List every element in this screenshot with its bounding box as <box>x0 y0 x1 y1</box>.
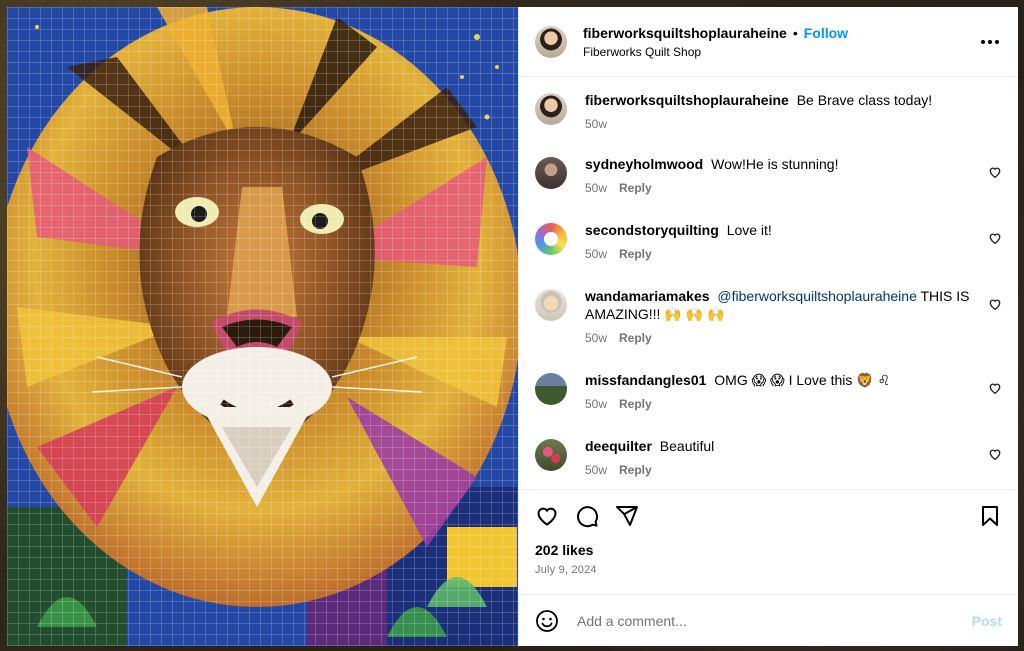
post-comment-button[interactable]: Post <box>972 613 1002 629</box>
commenter-avatar[interactable] <box>535 289 567 321</box>
author-info: fiberworksquiltshoplauraheine • Follow F… <box>583 25 848 59</box>
comment-time[interactable]: 50w <box>585 463 607 477</box>
lion-quilt-artwork <box>7 7 518 646</box>
caption-time[interactable]: 50w <box>585 117 607 131</box>
post-modal: fiberworksquiltshoplauraheine • Follow F… <box>7 7 1018 646</box>
reply-button[interactable]: Reply <box>619 463 652 477</box>
commenter-username[interactable]: wandamariamakes <box>585 288 710 304</box>
commenter-avatar[interactable] <box>535 157 567 189</box>
comments-list[interactable]: fiberworksquiltshoplauraheine Be Brave c… <box>519 77 1018 489</box>
more-options-icon[interactable] <box>978 30 1002 54</box>
author-username[interactable]: fiberworksquiltshoplauraheine <box>583 25 787 41</box>
add-comment-bar: Post <box>519 594 1018 646</box>
post-actions: 202 likes July 9, 2024 <box>519 489 1018 594</box>
mention-link[interactable]: @fiberworksquiltshoplauraheine <box>717 288 916 304</box>
commenter-username[interactable]: deequilter <box>585 438 652 454</box>
post-side-panel: fiberworksquiltshoplauraheine • Follow F… <box>518 7 1018 646</box>
like-comment-heart-icon[interactable] <box>988 297 1002 311</box>
comment-text: Love it! <box>726 222 772 238</box>
reply-button[interactable]: Reply <box>619 331 652 345</box>
commenter-avatar[interactable] <box>535 223 567 255</box>
reply-button[interactable]: Reply <box>619 397 652 411</box>
like-comment-heart-icon[interactable] <box>988 165 1002 179</box>
caption-text: Be Brave class today! <box>796 92 933 108</box>
like-comment-heart-icon[interactable] <box>988 231 1002 245</box>
comment-input[interactable] <box>575 611 972 630</box>
action-icon-row <box>535 496 1002 536</box>
comment-text: Beautiful <box>659 438 715 454</box>
comment-text: Wow!He is stunning! <box>711 156 839 172</box>
like-heart-icon[interactable] <box>535 504 559 528</box>
commenter-username[interactable]: secondstoryquilting <box>585 222 719 238</box>
comment-item: missfandangles01 OMG 😱 😱 I Love this 🦁 ♌… <box>535 371 1002 411</box>
comment-item: deequilter Beautiful 50w Reply <box>535 437 1002 477</box>
post-header: fiberworksquiltshoplauraheine • Follow F… <box>519 7 1018 77</box>
post-date: July 9, 2024 <box>535 564 597 576</box>
reply-button[interactable]: Reply <box>619 181 652 195</box>
location-link[interactable]: Fiberworks Quilt Shop <box>583 45 848 59</box>
comment-item: secondstoryquilting Love it! 50w Reply <box>535 221 1002 261</box>
reply-button[interactable]: Reply <box>619 247 652 261</box>
separator-dot: • <box>792 24 798 41</box>
commenter-avatar[interactable] <box>535 373 567 405</box>
comment-time[interactable]: 50w <box>585 397 607 411</box>
commenter-username[interactable]: sydneyholmwood <box>585 156 703 172</box>
caption: fiberworksquiltshoplauraheine Be Brave c… <box>535 91 1002 131</box>
comment-text: OMG 😱 😱 I Love this 🦁 ♌ <box>714 372 891 388</box>
comment-time[interactable]: 50w <box>585 331 607 345</box>
commenter-avatar[interactable] <box>535 439 567 471</box>
comment-bubble-icon[interactable] <box>575 504 599 528</box>
emoji-icon[interactable] <box>535 609 559 633</box>
caption-username[interactable]: fiberworksquiltshoplauraheine <box>585 92 789 108</box>
post-image <box>7 7 518 646</box>
like-comment-heart-icon[interactable] <box>988 381 1002 395</box>
comment-time[interactable]: 50w <box>585 181 607 195</box>
author-avatar[interactable] <box>535 25 567 58</box>
share-send-icon[interactable] <box>615 504 639 528</box>
follow-button[interactable]: Follow <box>804 25 848 41</box>
like-comment-heart-icon[interactable] <box>988 447 1002 461</box>
save-bookmark-icon[interactable] <box>978 504 1002 528</box>
comment-item: wandamariamakes @fiberworksquiltshoplaur… <box>535 287 1002 345</box>
comment-time[interactable]: 50w <box>585 247 607 261</box>
comment-item: sydneyholmwood Wow!He is stunning! 50w R… <box>535 155 1002 195</box>
like-count[interactable]: 202 likes <box>535 542 1002 558</box>
commenter-username[interactable]: missfandangles01 <box>585 372 706 388</box>
caption-avatar[interactable] <box>535 93 567 125</box>
